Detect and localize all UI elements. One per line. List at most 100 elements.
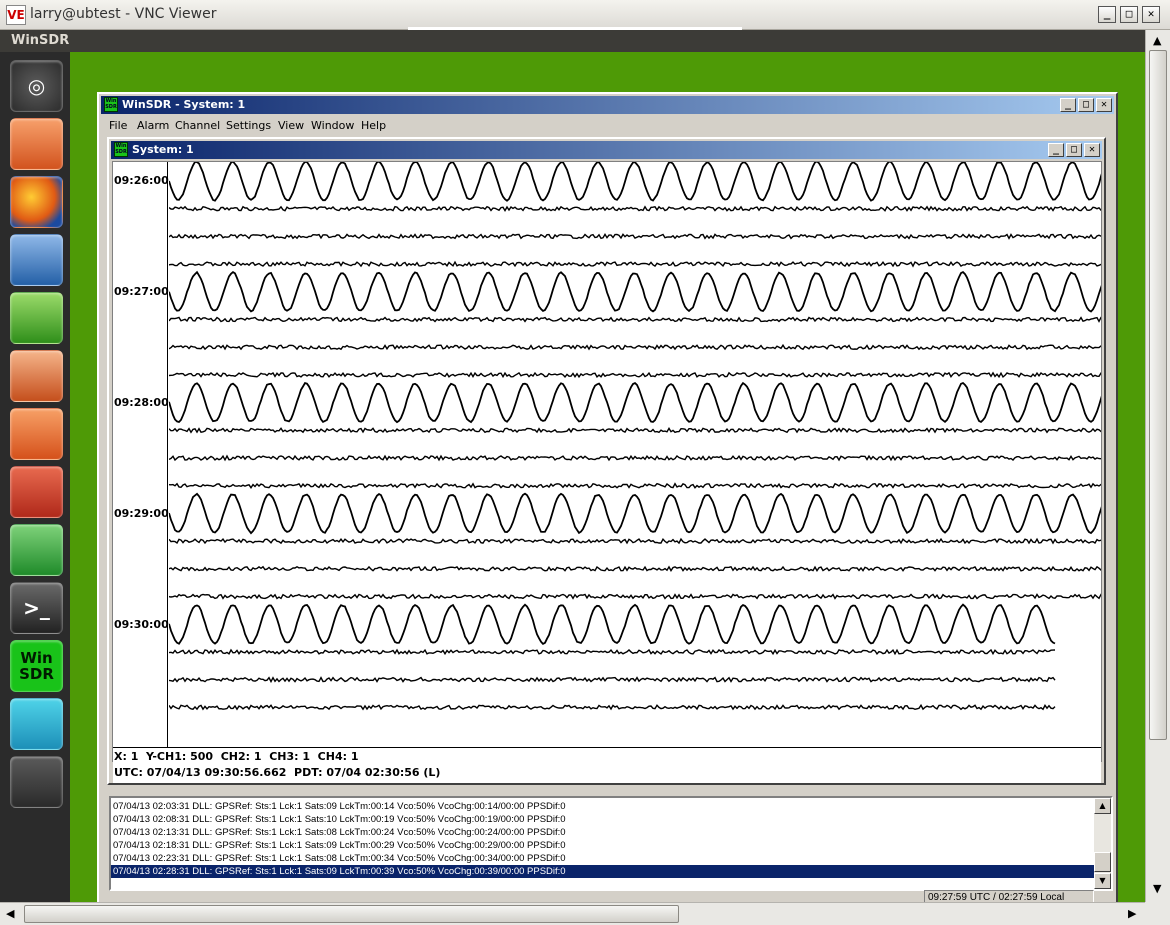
time-status-line: UTC: 07/04/13 09:30:56.662 PDT: 07/04 02… — [114, 766, 441, 779]
vnc-scroll-left-arrow-icon[interactable]: ◀ — [6, 907, 14, 920]
system-close-button[interactable]: ✕ — [1084, 143, 1100, 157]
winsdr-main-window: Win SDR WinSDR - System: 1 _ □ ✕ File Al… — [97, 92, 1118, 910]
menu-help[interactable]: Help — [361, 119, 386, 132]
system-minimize-button[interactable]: _ — [1048, 143, 1064, 157]
writer-document-icon-glyph — [11, 235, 62, 285]
log-line[interactable]: 07/04/13 02:28:31 DLL: GPSRef: Sts:1 Lck… — [111, 865, 1095, 878]
menu-window[interactable]: Window — [311, 119, 354, 132]
log-line[interactable]: 07/04/13 02:23:31 DLL: GPSRef: Sts:1 Lck… — [111, 852, 1095, 865]
vnc-maximize-button[interactable]: □ — [1120, 6, 1138, 23]
noise-trace-line — [169, 454, 1101, 462]
remote-desktop: WinSDR ◎ >_ Win SDR Win SDR WinSDR - Syste… — [0, 30, 1145, 910]
top-panel-app-title: WinSDR — [11, 33, 70, 48]
calc-spreadsheet-icon[interactable] — [10, 292, 63, 344]
winsdr-menu-bar: File Alarm Channel Settings View Window … — [101, 116, 1114, 136]
noise-trace-line — [169, 260, 1101, 268]
log-scroll-up-button[interactable]: ▲ — [1094, 798, 1111, 814]
menu-channel[interactable]: Channel — [175, 119, 220, 132]
system-window-icon: Win SDR — [114, 142, 128, 157]
menu-file[interactable]: File — [109, 119, 127, 132]
winsdr-title-bar[interactable]: Win SDR WinSDR - System: 1 _ □ ✕ — [101, 96, 1114, 114]
scale-status-line: X: 1 Y-CH1: 500 CH2: 1 CH3: 1 CH4: 1 — [114, 750, 359, 763]
vnc-scroll-right-arrow-icon[interactable]: ▶ — [1128, 907, 1136, 920]
vnc-horizontal-scroll-thumb[interactable] — [24, 905, 679, 923]
noise-trace-line — [169, 371, 1101, 379]
sine-trace-line — [169, 381, 1101, 424]
sine-trace-line — [169, 492, 1101, 535]
unity-top-panel: WinSDR — [0, 30, 1145, 52]
scrollbar-corner — [1145, 902, 1170, 925]
noise-trace-line — [169, 343, 1101, 351]
noise-trace-line — [169, 233, 1101, 240]
message-log-list[interactable]: 07/04/13 02:03:31 DLL: GPSRef: Sts:1 Lck… — [109, 796, 1113, 891]
vnc-scroll-up-arrow-icon[interactable]: ▲ — [1153, 34, 1161, 47]
winsdr-minimize-button[interactable]: _ — [1060, 98, 1076, 112]
sine-trace-line — [169, 162, 1101, 202]
system-settings-icon[interactable] — [10, 466, 63, 518]
seismic-trace-canvas — [169, 162, 1101, 711]
noise-trace-line — [169, 482, 1101, 489]
log-scroll-down-button[interactable]: ▼ — [1094, 873, 1111, 889]
menu-settings[interactable]: Settings — [226, 119, 271, 132]
noise-trace-line — [169, 676, 1056, 684]
seismogram-app-icon-glyph — [11, 699, 62, 749]
helicorder-plot[interactable]: 09:26:00 09:27:00 09:28:00 09:29:00 09:3… — [112, 161, 1102, 783]
winsdr-app-icon-glyph: Win SDR — [19, 649, 54, 683]
menu-view[interactable]: View — [278, 119, 304, 132]
system-maximize-button[interactable]: □ — [1066, 143, 1082, 157]
ubuntu-dash-icon[interactable]: ◎ — [10, 60, 63, 112]
plot-status-area: X: 1 Y-CH1: 500 CH2: 1 CH3: 1 CH4: 1 UTC… — [113, 747, 1101, 783]
unity-launcher: ◎ >_ Win SDR — [0, 52, 70, 902]
ubuntu-dash-icon-glyph: ◎ — [27, 74, 46, 98]
terminal-icon[interactable]: >_ — [10, 582, 63, 634]
noise-trace-line — [169, 703, 1056, 711]
log-line[interactable]: 07/04/13 02:13:31 DLL: GPSRef: Sts:1 Lck… — [111, 826, 1095, 839]
software-center-bag-icon[interactable] — [10, 408, 63, 460]
sine-trace-line — [169, 270, 1101, 313]
files-folder-icon-glyph — [11, 119, 62, 169]
menu-alarm[interactable]: Alarm — [137, 119, 169, 132]
calc-spreadsheet-icon-glyph — [11, 293, 62, 343]
sine-trace-line — [169, 603, 1056, 646]
winsdr-maximize-button[interactable]: □ — [1078, 98, 1094, 112]
noise-trace-line — [169, 316, 1101, 323]
noise-trace-line — [169, 537, 1101, 545]
log-scroll-thumb[interactable] — [1094, 852, 1111, 872]
time-label: 09:28:00 — [114, 396, 169, 409]
seismogram-app-icon[interactable] — [10, 698, 63, 750]
vnc-scroll-down-arrow-icon[interactable]: ▼ — [1153, 882, 1161, 895]
wine-config-icon[interactable] — [10, 524, 63, 576]
log-line[interactable]: 07/04/13 02:08:31 DLL: GPSRef: Sts:1 Lck… — [111, 813, 1095, 826]
winsdr-close-button[interactable]: ✕ — [1096, 98, 1112, 112]
system-title-bar[interactable]: Win SDR System: 1 _ □ ✕ — [111, 141, 1102, 159]
workspace-switcher-icon-glyph — [11, 757, 62, 807]
vnc-horizontal-scrollbar[interactable]: ◀ ▶ — [0, 902, 1145, 925]
vnc-title-bar[interactable]: VE larry@ubtest - VNC Viewer _ □ ✕ — [0, 0, 1170, 30]
log-scrollbar[interactable]: ▲ ▼ — [1094, 798, 1111, 889]
noise-trace-line — [169, 205, 1101, 212]
time-label: 09:26:00 — [114, 174, 169, 187]
log-line[interactable]: 07/04/13 02:18:31 DLL: GPSRef: Sts:1 Lck… — [111, 839, 1095, 852]
winsdr-window-title: WinSDR - System: 1 — [122, 98, 246, 111]
time-label: 09:29:00 — [114, 507, 169, 520]
impress-presentation-icon[interactable] — [10, 350, 63, 402]
log-line[interactable]: 07/04/13 02:03:31 DLL: GPSRef: Sts:1 Lck… — [111, 800, 1095, 813]
vnc-vertical-scrollbar[interactable]: ▲ ▼ — [1145, 30, 1170, 902]
vnc-minimize-button[interactable]: _ — [1098, 6, 1116, 23]
vnc-close-button[interactable]: ✕ — [1142, 6, 1160, 23]
wine-config-icon-glyph — [11, 525, 62, 575]
writer-document-icon[interactable] — [10, 234, 63, 286]
workspace-switcher-icon[interactable] — [10, 756, 63, 808]
system-window-title: System: 1 — [132, 143, 194, 156]
system-settings-icon-glyph — [11, 467, 62, 517]
noise-trace-line — [169, 427, 1101, 434]
files-folder-icon[interactable] — [10, 118, 63, 170]
system-child-window: Win SDR System: 1 _ □ ✕ 09:26:00 09:27:0… — [107, 137, 1106, 785]
firefox-icon[interactable] — [10, 176, 63, 228]
firefox-icon-glyph — [11, 177, 62, 227]
impress-presentation-icon-glyph — [11, 351, 62, 401]
winsdr-window-icon: Win SDR — [104, 97, 118, 112]
vnc-vertical-scroll-thumb[interactable] — [1149, 50, 1167, 740]
software-center-bag-icon-glyph — [11, 409, 62, 459]
winsdr-app-icon[interactable]: Win SDR — [10, 640, 63, 692]
